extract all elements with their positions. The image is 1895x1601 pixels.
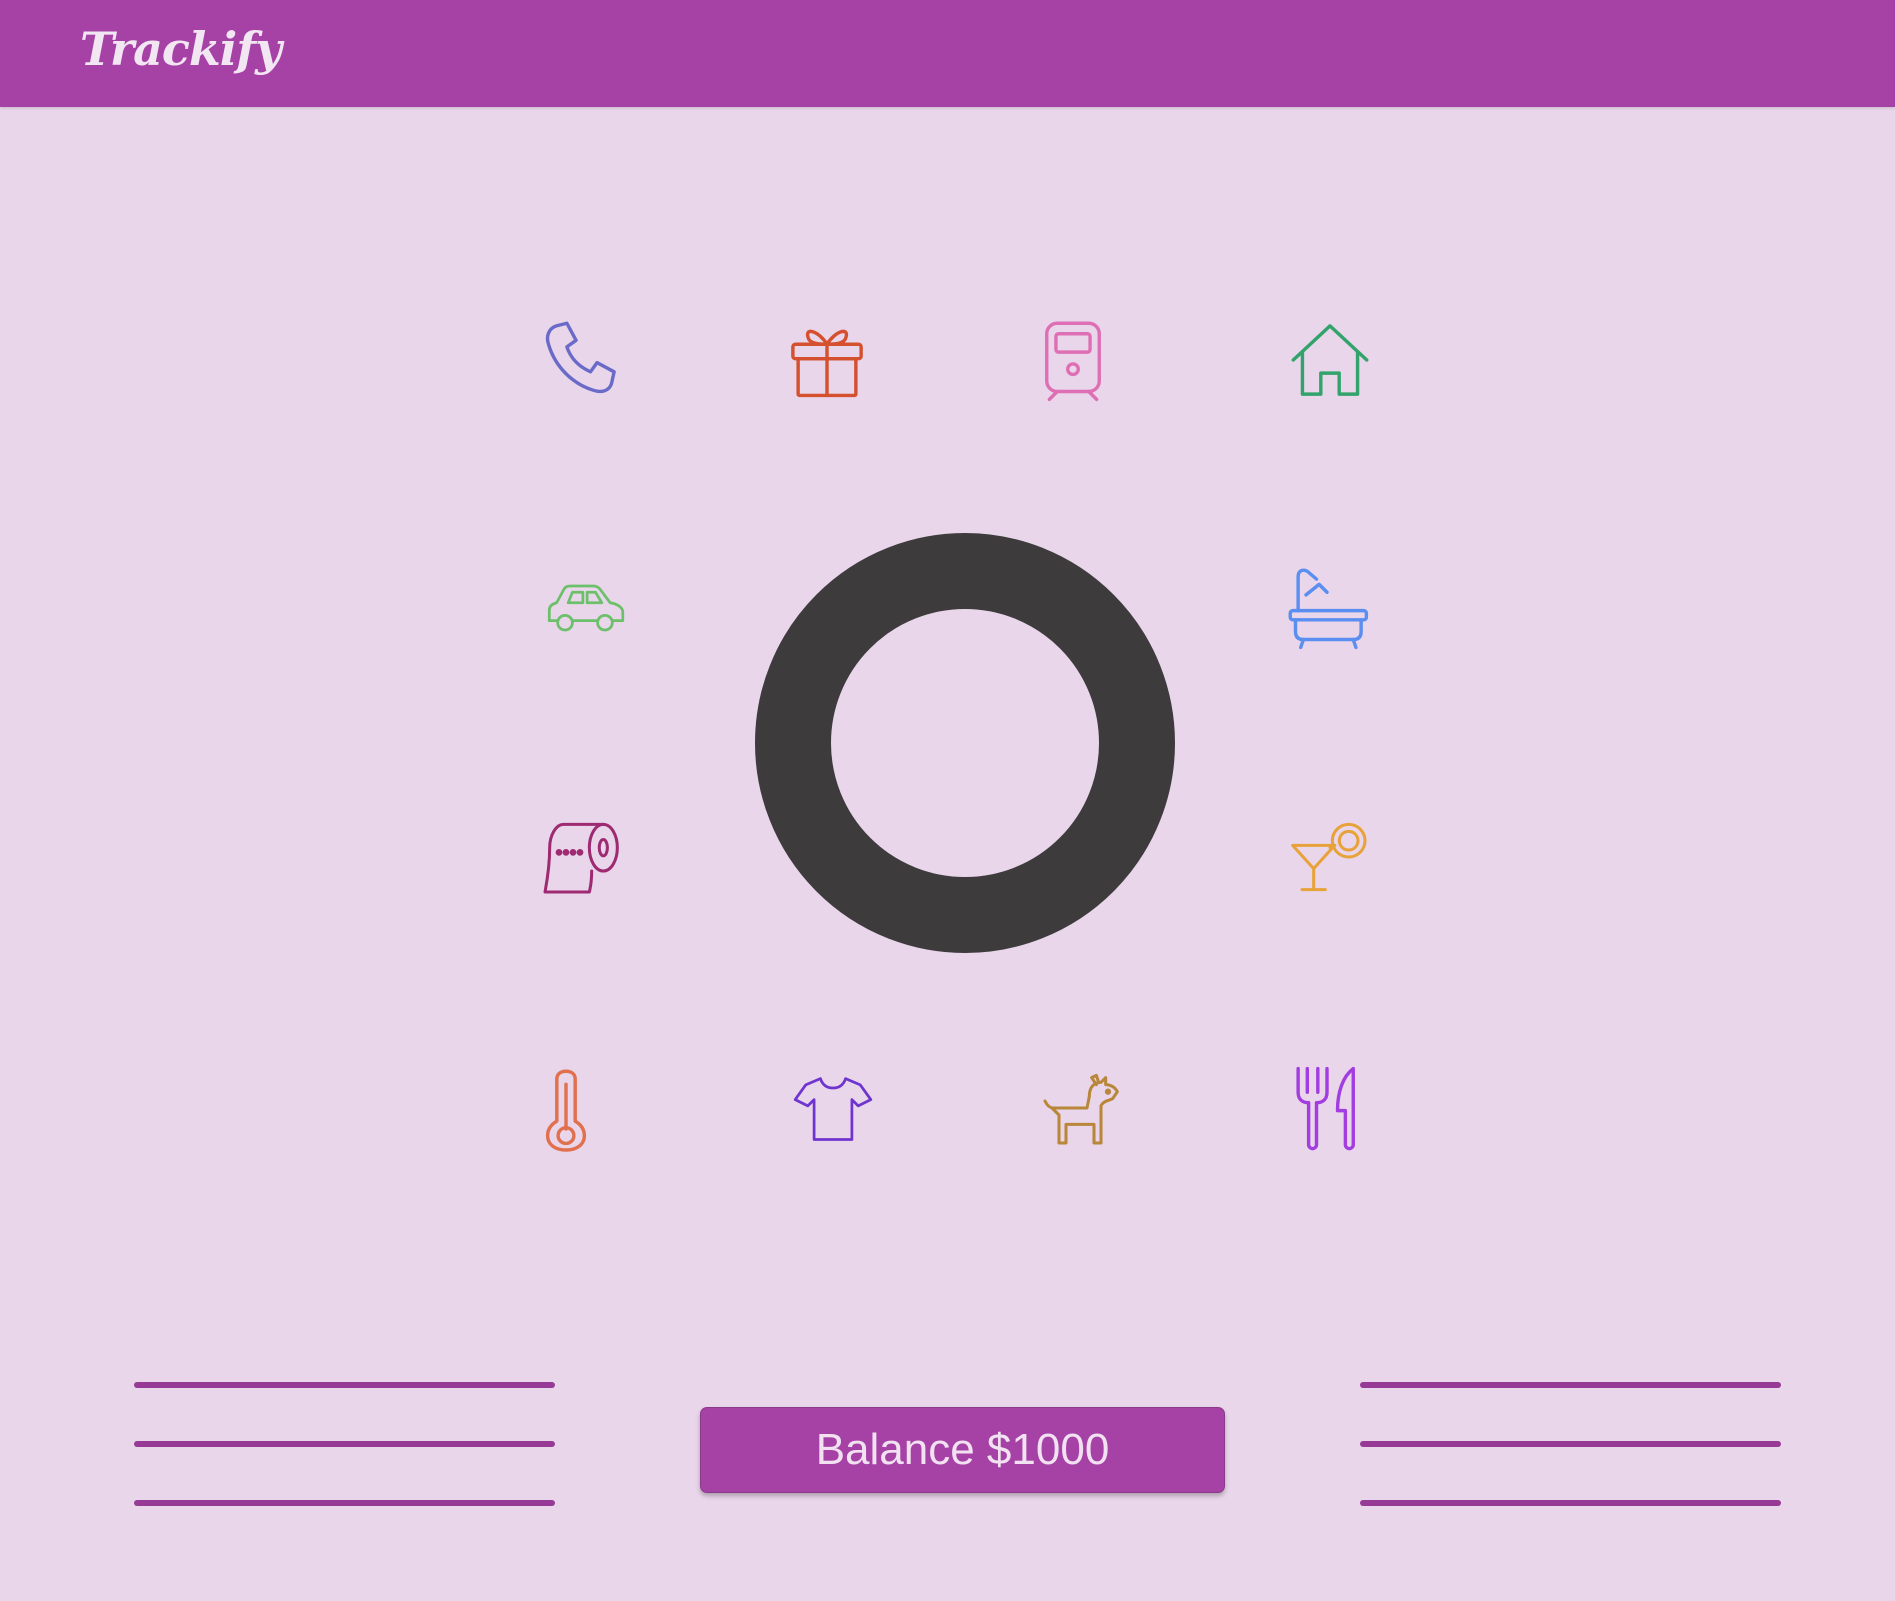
train-icon — [1045, 321, 1101, 402]
car-icon — [547, 584, 625, 632]
thermometer-icon — [545, 1069, 587, 1152]
phone-icon — [545, 321, 616, 394]
left-line-3 — [134, 1500, 555, 1506]
category-home[interactable] — [1285, 315, 1375, 405]
category-phone[interactable] — [535, 315, 625, 405]
left-line-2 — [134, 1441, 555, 1447]
category-pets[interactable] — [1035, 1063, 1125, 1153]
tshirt-icon — [793, 1077, 873, 1141]
left-line-1 — [134, 1382, 555, 1388]
balance-button[interactable]: Balance $1000 — [700, 1407, 1225, 1493]
right-line-2 — [1360, 1441, 1781, 1447]
category-toilet-paper[interactable] — [535, 812, 625, 902]
toilet-paper-icon — [543, 822, 619, 894]
right-line-3 — [1360, 1500, 1781, 1506]
right-line-1 — [1360, 1382, 1781, 1388]
category-clothing[interactable] — [788, 1063, 878, 1153]
donut-ring — [755, 533, 1175, 953]
category-cocktail[interactable] — [1285, 812, 1375, 902]
gift-icon — [791, 329, 863, 398]
top-bar: Trackify — [0, 0, 1895, 107]
category-bath[interactable] — [1282, 563, 1372, 653]
brand-logo[interactable]: Trackify — [80, 22, 282, 76]
utensils-icon — [1296, 1066, 1355, 1151]
category-train[interactable] — [1028, 315, 1118, 405]
balance-donut-chart — [755, 533, 1175, 953]
cocktail-icon — [1291, 822, 1367, 892]
category-car[interactable] — [540, 563, 630, 653]
home-icon — [1291, 324, 1369, 396]
category-temperature[interactable] — [521, 1063, 611, 1153]
dog-icon — [1043, 1073, 1119, 1145]
category-gift[interactable] — [782, 315, 872, 405]
bathtub-icon — [1288, 568, 1369, 650]
category-food[interactable] — [1282, 1063, 1372, 1153]
